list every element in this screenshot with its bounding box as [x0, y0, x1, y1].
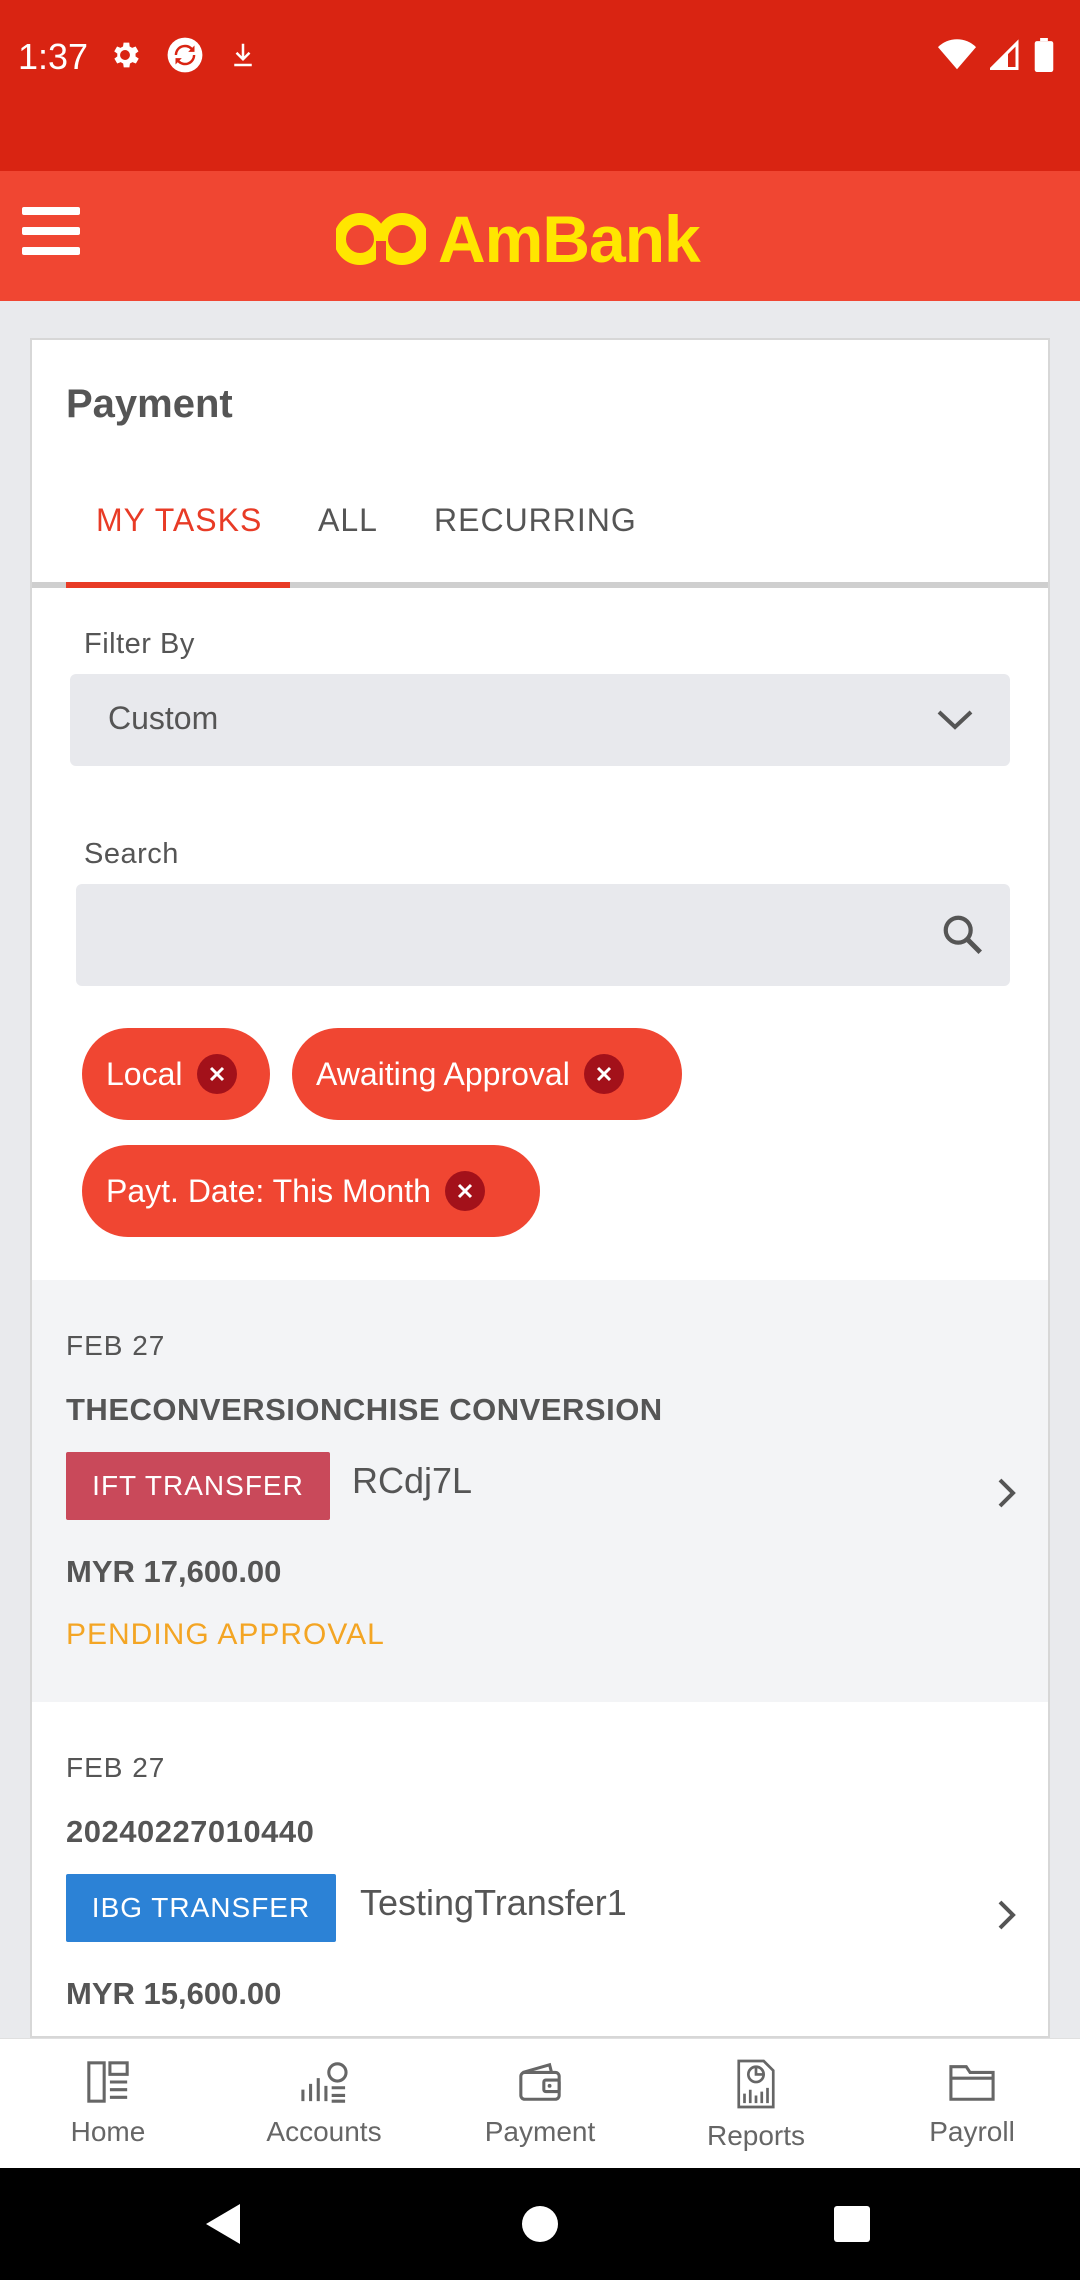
chip-label: Local: [106, 1055, 183, 1092]
close-icon[interactable]: [196, 1054, 237, 1094]
transaction-reference: TestingTransfer1: [360, 1882, 627, 1923]
nav-label: Accounts: [266, 2116, 382, 2147]
close-icon[interactable]: [444, 1171, 485, 1211]
back-icon: [206, 2204, 240, 2244]
hamburger-menu-button[interactable]: [22, 207, 82, 267]
filter-chip-local[interactable]: Local: [82, 1028, 270, 1120]
download-icon: [234, 43, 252, 67]
search-label: Search: [84, 838, 179, 870]
app-bar: AmBank: [0, 171, 1080, 301]
search-box: [76, 884, 1010, 986]
status-time: 1:37: [18, 36, 89, 77]
chip-label: Payt. Date: This Month: [106, 1172, 431, 1209]
transfer-type-badge: IFT TRANSFER: [66, 1452, 330, 1520]
tab-all[interactable]: ALL: [318, 502, 378, 539]
active-tab-indicator: [66, 582, 290, 588]
transaction-row[interactable]: FEB 27 THECONVERSIONCHISE CONVERSION IFT…: [32, 1280, 1048, 1702]
signal-icon: [990, 39, 1019, 70]
sync-icon: [167, 37, 203, 73]
filter-chip-awaiting-approval[interactable]: Awaiting Approval: [292, 1028, 682, 1120]
transaction-name: THECONVERSIONCHISE CONVERSION: [66, 1392, 663, 1427]
chevron-right-icon[interactable]: [996, 1476, 1018, 1510]
transaction-status: PENDING APPROVAL: [66, 1618, 385, 1651]
nav-payment[interactable]: Payment: [440, 2059, 640, 2148]
close-icon[interactable]: [583, 1054, 624, 1094]
page-title: Payment: [66, 382, 233, 426]
wallet-icon: [519, 2062, 561, 2101]
transaction-name: 20240227010440: [66, 1814, 315, 1849]
transaction-date: FEB 27: [66, 1752, 166, 1783]
back-button[interactable]: [164, 2168, 284, 2280]
transaction-reference: RCdj7L: [352, 1460, 473, 1501]
folder-icon: [949, 2065, 995, 2101]
chevron-right-icon[interactable]: [996, 1898, 1018, 1932]
home-icon: [87, 2061, 129, 2103]
nav-accounts[interactable]: Accounts: [224, 2059, 424, 2148]
status-icons-right: [938, 38, 1054, 72]
tab-my-tasks[interactable]: MY TASKS: [96, 502, 262, 539]
chip-label: Awaiting Approval: [316, 1055, 570, 1092]
status-icons-left: [108, 36, 258, 74]
transaction-date: FEB 27: [66, 1330, 166, 1361]
bottom-nav: Home Accounts Payment Reports Payroll: [0, 2038, 1080, 2168]
nav-label: Reports: [706, 2120, 806, 2151]
menu-line: [22, 207, 80, 215]
ambank-logo: AmBank: [336, 201, 701, 277]
filter-label: Filter By: [84, 628, 195, 660]
chevron-down-icon: [937, 710, 973, 730]
recents-button[interactable]: [792, 2168, 912, 2280]
transaction-amount: MYR 15,600.00: [66, 1976, 282, 2011]
home-circle-icon: [522, 2206, 558, 2242]
settings-icon: [114, 42, 139, 68]
transaction-amount: MYR 17,600.00: [66, 1554, 282, 1589]
status-bar: 1:37: [0, 0, 1080, 171]
ambank-logo-icon: [336, 213, 426, 265]
tab-recurring[interactable]: RECURRING: [434, 502, 637, 539]
nav-home[interactable]: Home: [8, 2059, 208, 2148]
battery-icon: [1034, 38, 1054, 72]
filter-value: Custom: [108, 700, 219, 736]
payment-card: Payment MY TASKS ALL RECURRING Filter By…: [30, 338, 1050, 2038]
home-button[interactable]: [480, 2168, 600, 2280]
nav-label: Home: [70, 2116, 146, 2147]
nav-label: Payment: [484, 2116, 596, 2147]
filter-chip-payt-date[interactable]: Payt. Date: This Month: [82, 1145, 540, 1237]
app-root: 1:37 AmBank Payment MY TASKS ALL RECURRI…: [0, 0, 1080, 2280]
recents-icon: [834, 2206, 870, 2242]
search-icon[interactable]: [940, 912, 986, 958]
transfer-type-badge: IBG TRANSFER: [66, 1874, 336, 1942]
logo-text: AmBank: [438, 202, 701, 276]
search-input[interactable]: [76, 884, 936, 986]
transaction-row[interactable]: FEB 27 20240227010440 IBG TRANSFER Testi…: [32, 1702, 1048, 2036]
tab-bar: MY TASKS ALL RECURRING: [32, 480, 1048, 588]
reports-icon: [737, 2059, 775, 2109]
menu-line: [22, 227, 80, 235]
accounts-icon: [301, 2062, 348, 2103]
nav-label: Payroll: [929, 2116, 1015, 2147]
menu-line: [22, 247, 80, 255]
nav-payroll[interactable]: Payroll: [872, 2059, 1072, 2148]
nav-reports[interactable]: Reports: [656, 2059, 856, 2152]
system-nav-bar: [0, 2168, 1080, 2280]
wifi-icon: [938, 39, 976, 70]
filter-select[interactable]: Custom: [70, 674, 1010, 766]
